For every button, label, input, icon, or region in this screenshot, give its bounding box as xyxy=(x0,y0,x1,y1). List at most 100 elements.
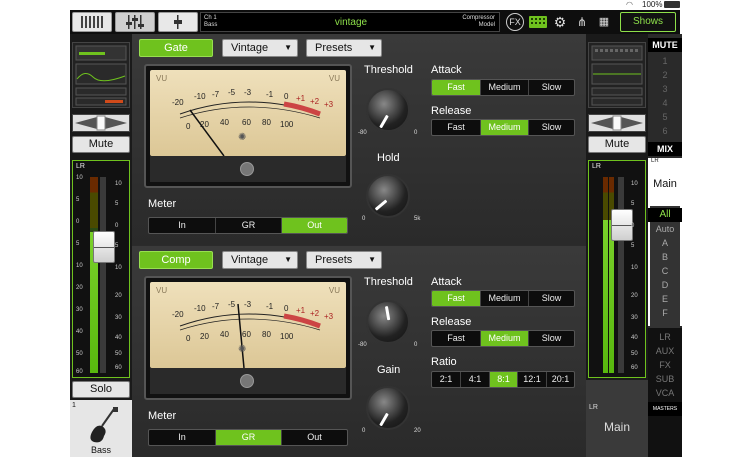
main-pan-control[interactable] xyxy=(588,114,646,132)
fader-track xyxy=(100,177,106,373)
solo-button[interactable]: Solo xyxy=(72,381,130,398)
gate-release-slow[interactable]: Slow xyxy=(528,120,574,135)
mute-button[interactable]: Mute xyxy=(72,136,130,153)
vu-needle xyxy=(189,109,225,156)
bus-sub[interactable]: SUB xyxy=(648,372,682,386)
gate-meter-gr[interactable]: GR xyxy=(215,218,281,233)
fader-area: LR 10 5 0 5 10 20 30 40 50 60 10 5 0 5 1… xyxy=(72,160,130,378)
comp-model-dropdown[interactable]: Vintage ▼ xyxy=(222,251,298,269)
mute-group-3[interactable]: 3 xyxy=(648,82,682,96)
mute-group-1[interactable]: 1 xyxy=(648,54,682,68)
gate-threshold-knob[interactable] xyxy=(366,88,410,132)
gate-release-selector: Fast Medium Slow xyxy=(431,119,575,136)
bus-fx[interactable]: FX xyxy=(648,358,682,372)
gear-icon[interactable]: ⚙ xyxy=(550,12,570,32)
level-meter-left xyxy=(90,177,98,373)
main-eq-thumbnail[interactable] xyxy=(588,42,646,108)
gate-toggle[interactable]: Gate xyxy=(139,39,213,57)
comp-attack-slow[interactable]: Slow xyxy=(528,291,574,306)
mute-group-6[interactable]: 6 xyxy=(648,124,682,138)
comp-attack-medium[interactable]: Medium xyxy=(480,291,528,306)
single-fader-view-button[interactable] xyxy=(158,12,198,32)
channel-strip-view-button[interactable] xyxy=(72,12,112,32)
bus-lr[interactable]: LR xyxy=(648,330,682,344)
bus-vca[interactable]: VCA xyxy=(648,386,682,400)
mute-group-4[interactable]: 4 xyxy=(648,96,682,110)
filter-b[interactable]: B xyxy=(648,250,682,264)
gate-attack-fast[interactable]: Fast xyxy=(432,80,480,95)
grid-view-icon xyxy=(81,16,103,28)
gate-attack-slow[interactable]: Slow xyxy=(528,80,574,95)
filter-d[interactable]: D xyxy=(648,278,682,292)
gate-meter-out[interactable]: Out xyxy=(281,218,347,233)
gate-meter-selector: In GR Out xyxy=(148,217,348,234)
dynamics-panel: Gate Vintage ▼ Presets ▼ VU VU -20 -10 -7 … xyxy=(132,34,586,457)
comp-threshold-knob[interactable] xyxy=(366,300,410,344)
comp-release-slow[interactable]: Slow xyxy=(528,331,574,346)
gate-hold-knob[interactable] xyxy=(366,174,410,218)
dropdown-arrow-icon: ▼ xyxy=(284,43,292,52)
layout-grid-icon[interactable]: ▦ xyxy=(594,12,614,32)
filter-f[interactable]: F xyxy=(648,306,682,320)
fx-button[interactable]: FX xyxy=(506,13,524,31)
mute-group-5[interactable]: 5 xyxy=(648,110,682,124)
filter-e[interactable]: E xyxy=(648,292,682,306)
gate-presets-dropdown[interactable]: Presets ▼ xyxy=(306,39,382,57)
fader-scale-right: 10 5 0 5 10 20 30 40 50 60 xyxy=(115,181,122,371)
bus-aux[interactable]: AUX xyxy=(648,344,682,358)
comp-meter-label: Meter xyxy=(148,410,177,422)
comp-ratio-20-1[interactable]: 20:1 xyxy=(546,372,574,387)
top-toolbar: Ch 1 Bass vintage Compressor Model FX ⚙ ⋔ … xyxy=(70,10,680,34)
gate-release-fast[interactable]: Fast xyxy=(432,120,480,135)
keyboard-icon[interactable] xyxy=(528,12,548,32)
filter-a[interactable]: A xyxy=(648,236,682,250)
comp-meter-gr[interactable]: GR xyxy=(215,430,281,445)
preset-name: vintage xyxy=(334,17,368,28)
comp-gain-label: Gain xyxy=(377,364,401,376)
comp-attack-fast[interactable]: Fast xyxy=(432,291,480,306)
channel-name-label: Bass xyxy=(90,445,111,455)
channel-num-label: 1 xyxy=(72,402,76,409)
mute-group-2[interactable]: 2 xyxy=(648,68,682,82)
gate-attack-selector: Fast Medium Slow xyxy=(431,79,575,96)
main-mute-button[interactable]: Mute xyxy=(588,136,646,153)
comp-toggle[interactable]: Comp xyxy=(139,251,213,269)
gate-release-medium[interactable]: Medium xyxy=(480,120,528,135)
gate-threshold-label: Threshold xyxy=(364,64,413,76)
comp-ratio-8-1[interactable]: 8:1 xyxy=(489,372,517,387)
pan-control[interactable] xyxy=(72,114,130,132)
gate-attack-label: Attack xyxy=(431,64,462,76)
gate-meter-in[interactable]: In xyxy=(149,218,215,233)
mixer-view-button[interactable] xyxy=(115,12,155,32)
fader-scale-left: 10 5 0 5 10 20 30 40 50 60 xyxy=(76,175,83,375)
comp-release-medium[interactable]: Medium xyxy=(480,331,528,346)
mackie-logo: ✺ xyxy=(238,344,247,355)
comp-meter-in[interactable]: In xyxy=(149,430,215,445)
vu-screw xyxy=(240,374,254,388)
gate-attack-medium[interactable]: Medium xyxy=(480,80,528,95)
filter-c[interactable]: C xyxy=(648,264,682,278)
comp-presets-dropdown[interactable]: Presets ▼ xyxy=(306,251,382,269)
routing-icon[interactable]: ⋔ xyxy=(572,12,592,32)
comp-attack-label: Attack xyxy=(431,276,462,288)
comp-release-fast[interactable]: Fast xyxy=(432,331,480,346)
mix-lr-label: LR xyxy=(651,158,659,164)
main-name-area[interactable]: LR Main xyxy=(586,380,648,457)
filter-all[interactable]: All xyxy=(648,208,682,222)
comp-meter-out[interactable]: Out xyxy=(281,430,347,445)
eq-thumbnail[interactable] xyxy=(72,42,130,108)
main-bottom-lr: LR xyxy=(589,404,598,411)
filter-auto[interactable]: Auto xyxy=(648,222,682,236)
channel-info-bar[interactable]: Ch 1 Bass vintage Compressor Model xyxy=(200,12,500,32)
masters-label[interactable]: MASTERS xyxy=(648,402,682,416)
channel-icon-area[interactable]: 1 Bass xyxy=(70,400,132,457)
comp-ratio-4-1[interactable]: 4:1 xyxy=(460,372,489,387)
gate-model-dropdown[interactable]: Vintage ▼ xyxy=(222,39,298,57)
comp-gain-knob[interactable] xyxy=(366,386,410,430)
comp-vu-meter: VU VU -20 -10 -7 -5 -3 -1 0 +1 +2 +3 0 2… xyxy=(144,276,352,400)
comp-ratio-12-1[interactable]: 12:1 xyxy=(517,372,546,387)
main-lr-label: LR xyxy=(592,163,601,170)
comp-ratio-2-1[interactable]: 2:1 xyxy=(432,372,460,387)
gate-release-label: Release xyxy=(431,105,472,117)
shows-button[interactable]: Shows xyxy=(620,12,676,32)
